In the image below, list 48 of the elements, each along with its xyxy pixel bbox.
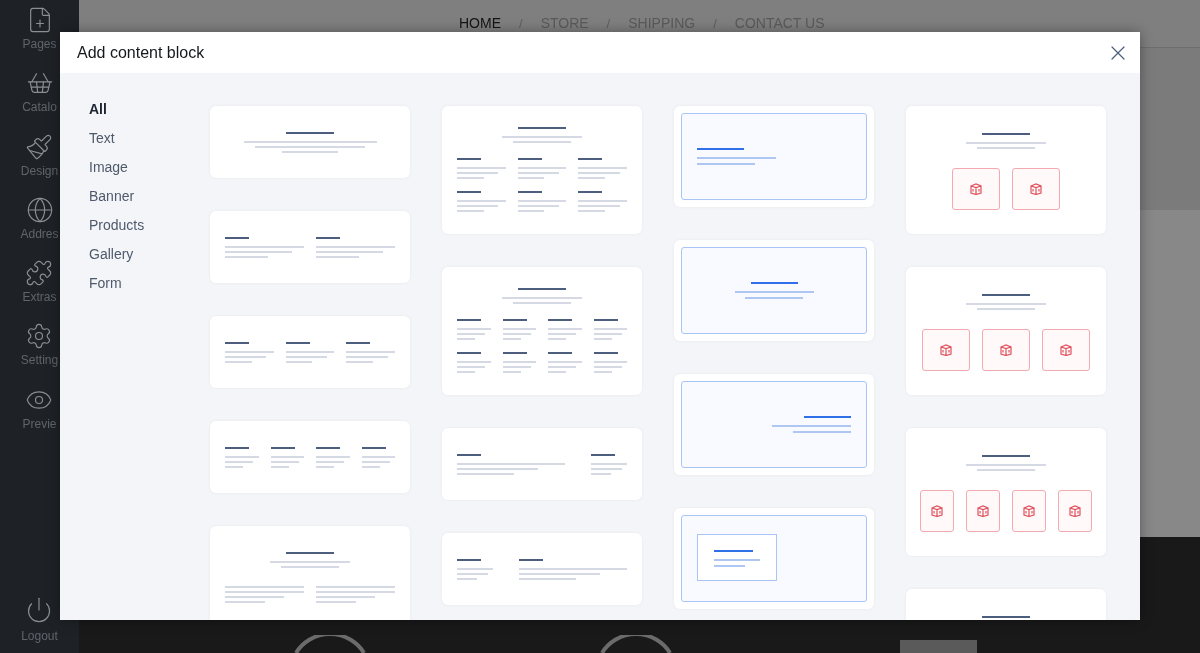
block-template-card[interactable] [210,421,410,493]
nav-separator: / [713,14,717,33]
box-icon [1069,505,1081,517]
category-item[interactable]: Products [89,216,145,235]
logout-label[interactable]: Logout [21,629,58,643]
category-item[interactable]: All [89,100,107,119]
block-template-card[interactable] [442,533,642,605]
block-template-card[interactable] [210,316,410,388]
block-template-card[interactable] [674,240,874,341]
globe-icon[interactable] [25,195,54,224]
box-icon [940,344,952,356]
block-template-card[interactable] [674,106,874,207]
sidebar-label[interactable]: Addres [20,226,59,241]
nav-separator: / [606,14,611,33]
puzzle-icon[interactable] [25,259,54,288]
block-template-card[interactable] [442,106,642,234]
sidebar-label[interactable]: Setting [20,353,59,368]
block-template-card[interactable] [210,526,410,620]
nav-link[interactable]: HOME [459,13,501,34]
box-icon [970,183,982,195]
sidebar-label[interactable]: Catalo [22,100,57,115]
nav-separator: / [519,14,523,33]
block-template-card[interactable] [442,267,642,395]
box-icon [1060,344,1072,356]
sidebar-label[interactable]: Previe [22,416,57,431]
paintbrush-icon[interactable] [25,132,54,161]
block-template-card[interactable] [906,106,1106,234]
box-icon [977,505,989,517]
block-template-card[interactable] [906,428,1106,556]
category-item[interactable]: Banner [89,187,135,206]
category-item[interactable]: Text [89,129,115,148]
sidebar-label[interactable]: Extras [22,290,57,305]
box-icon [1023,505,1035,517]
block-template-card[interactable] [674,508,874,609]
box-icon [1030,183,1042,195]
block-template-card[interactable] [210,211,410,283]
box-icon [931,505,943,517]
dialog-title: Add content block [77,42,205,63]
category-item[interactable]: Image [89,158,128,177]
category-item[interactable]: Form [89,274,122,293]
block-template-card[interactable] [210,106,410,178]
category-item[interactable]: Gallery [89,245,134,264]
sidebar-label[interactable]: Pages [22,37,57,51]
block-template-card[interactable] [906,267,1106,395]
sidebar-label[interactable]: Design [20,163,59,178]
block-template-card[interactable] [442,428,642,500]
box-icon [1000,344,1012,356]
block-template-card[interactable] [674,374,874,475]
